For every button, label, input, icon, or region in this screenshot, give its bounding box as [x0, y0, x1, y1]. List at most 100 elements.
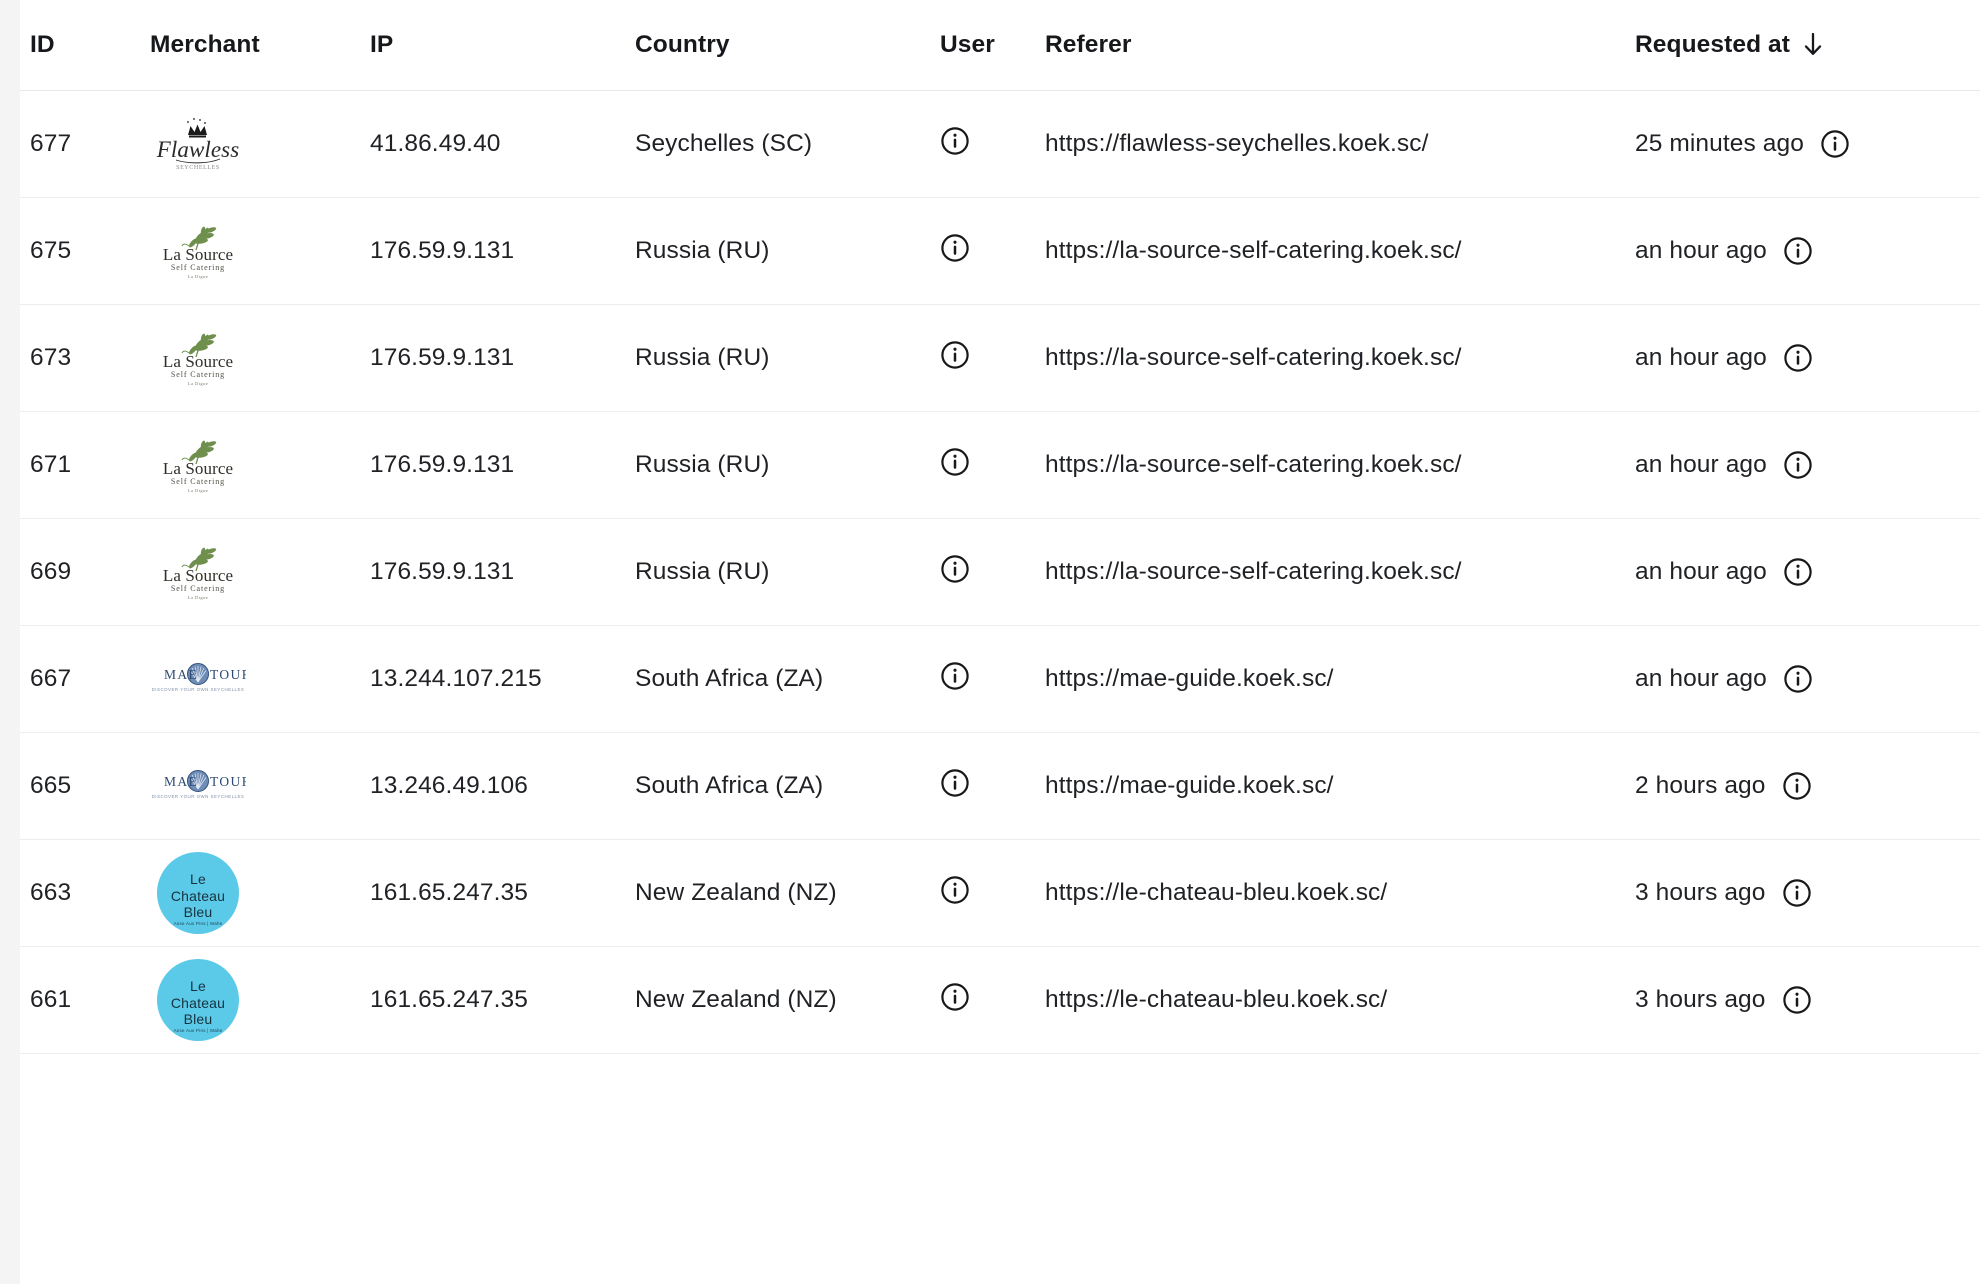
row-id: 665: [30, 772, 72, 799]
table-row[interactable]: 671 La Source Self Catering La Digue 176…: [20, 411, 1980, 519]
row-ip: 41.86.49.40: [370, 130, 501, 157]
column-header-referer[interactable]: Referer: [1045, 0, 1635, 91]
row-referer[interactable]: https://flawless-seychelles.koek.sc/: [1045, 130, 1429, 157]
merchant-logo-lasource: La Source Self Catering La Digue: [150, 209, 246, 293]
row-ip: 176.59.9.131: [370, 558, 515, 585]
table-row[interactable]: 663 Le Chateau Bleu Anse Aux Pins | Mahe…: [20, 839, 1980, 947]
user-info-icon[interactable]: [940, 661, 970, 691]
cell-country: Seychelles (SC): [635, 91, 940, 198]
user-info-icon[interactable]: [940, 875, 970, 905]
requested-at-info-icon[interactable]: [1820, 129, 1850, 159]
row-country: Russia (RU): [635, 558, 770, 585]
cell-country: New Zealand (NZ): [635, 840, 940, 947]
cell-merchant: Le Chateau Bleu Anse Aux Pins | Mahe: [150, 947, 370, 1054]
row-referer[interactable]: https://la-source-self-catering.koek.sc/: [1045, 344, 1462, 371]
cell-merchant: Le Chateau Bleu Anse Aux Pins | Mahe: [150, 840, 370, 947]
requested-at-info-icon[interactable]: [1783, 236, 1813, 266]
column-header-user-label: User: [940, 31, 995, 58]
svg-text:Self Catering: Self Catering: [171, 263, 225, 272]
row-referer[interactable]: https://mae-guide.koek.sc/: [1045, 665, 1334, 692]
cell-requested-at: 3 hours ago: [1635, 840, 1980, 947]
requested-at-info-icon[interactable]: [1783, 450, 1813, 480]
row-referer[interactable]: https://la-source-self-catering.koek.sc/: [1045, 451, 1462, 478]
row-country: South Africa (ZA): [635, 665, 824, 692]
merchant-logo-maetours: MAE TOURS DISCOVER YOUR OWN SEYCHELLES: [150, 637, 246, 721]
row-ip: 161.65.247.35: [370, 986, 528, 1013]
user-info-icon[interactable]: [940, 982, 970, 1012]
cell-referer: https://la-source-self-catering.koek.sc/: [1045, 305, 1635, 412]
user-info-icon[interactable]: [940, 233, 970, 263]
cell-ip: 41.86.49.40: [370, 91, 635, 198]
svg-text:Anse Aux Pins | Mahe: Anse Aux Pins | Mahe: [174, 1028, 223, 1033]
cell-id: 665: [20, 733, 150, 840]
cell-ip: 13.244.107.215: [370, 626, 635, 733]
arrow-down-icon[interactable]: [1802, 32, 1824, 58]
row-ip: 176.59.9.131: [370, 451, 515, 478]
table-row[interactable]: 669 La Source Self Catering La Digue 176…: [20, 518, 1980, 626]
svg-text:DISCOVER YOUR OWN SEYCHELLES: DISCOVER YOUR OWN SEYCHELLES: [152, 794, 245, 799]
requested-at-info-icon[interactable]: [1782, 878, 1812, 908]
requested-at-info-icon[interactable]: [1782, 771, 1812, 801]
row-country: Seychelles (SC): [635, 130, 813, 157]
cell-user: [940, 840, 1045, 947]
row-referer[interactable]: https://la-source-self-catering.koek.sc/: [1045, 237, 1462, 264]
requested-at-info-icon[interactable]: [1782, 985, 1812, 1015]
svg-text:La Source: La Source: [163, 566, 233, 585]
column-header-requested-at[interactable]: Requested at: [1635, 0, 1980, 91]
requested-at-info-icon[interactable]: [1783, 664, 1813, 694]
row-id: 673: [30, 344, 72, 371]
svg-text:Anse Aux Pins | Mahe: Anse Aux Pins | Mahe: [174, 921, 223, 926]
row-referer[interactable]: https://le-chateau-bleu.koek.sc/: [1045, 879, 1387, 906]
cell-user: [940, 519, 1045, 626]
requested-at-info-icon[interactable]: [1783, 343, 1813, 373]
cell-ip: 13.246.49.106: [370, 733, 635, 840]
cell-referer: https://le-chateau-bleu.koek.sc/: [1045, 840, 1635, 947]
row-referer[interactable]: https://la-source-self-catering.koek.sc/: [1045, 558, 1462, 585]
cell-id: 661: [20, 947, 150, 1054]
table-header-row: ID Merchant IP Country User Referer Requ…: [20, 0, 1980, 91]
requests-table: ID Merchant IP Country User Referer Requ…: [20, 0, 1980, 1054]
column-header-user[interactable]: User: [940, 0, 1045, 91]
user-info-icon[interactable]: [940, 340, 970, 370]
cell-referer: https://la-source-self-catering.koek.sc/: [1045, 519, 1635, 626]
svg-text:Bleu: Bleu: [184, 904, 213, 920]
cell-user: [940, 733, 1045, 840]
cell-ip: 161.65.247.35: [370, 947, 635, 1054]
merchant-logo-lasource: La Source Self Catering La Digue: [150, 530, 246, 614]
requested-at-info-icon[interactable]: [1783, 557, 1813, 587]
user-info-icon[interactable]: [940, 768, 970, 798]
svg-text:Le: Le: [190, 871, 206, 887]
table-row[interactable]: 667 MAE TOURS DISCOVER YOUR OWN SEYCHELL…: [20, 625, 1980, 733]
svg-text:La Digue: La Digue: [188, 595, 208, 600]
row-referer[interactable]: https://le-chateau-bleu.koek.sc/: [1045, 986, 1387, 1013]
row-requested-at: 2 hours ago: [1635, 772, 1766, 799]
row-referer[interactable]: https://mae-guide.koek.sc/: [1045, 772, 1334, 799]
table-row[interactable]: 675 La Source Self Catering La Digue 176…: [20, 197, 1980, 305]
table-row[interactable]: 673 La Source Self Catering La Digue 176…: [20, 304, 1980, 412]
column-header-merchant[interactable]: Merchant: [150, 0, 370, 91]
table-row[interactable]: 677 Flawless SEYCHELLES 41.86.49.40 Seych…: [20, 90, 1980, 198]
cell-ip: 176.59.9.131: [370, 198, 635, 305]
merchant-logo-chateaubleu: Le Chateau Bleu Anse Aux Pins | Mahe: [150, 851, 246, 935]
table-row[interactable]: 665 MAE TOURS DISCOVER YOUR OWN SEYCHELL…: [20, 732, 1980, 840]
column-header-country[interactable]: Country: [635, 0, 940, 91]
row-requested-at: 3 hours ago: [1635, 986, 1766, 1013]
cell-ip: 176.59.9.131: [370, 305, 635, 412]
column-header-merchant-label: Merchant: [150, 31, 260, 58]
request-log-panel: ID Merchant IP Country User Referer Requ…: [20, 0, 1980, 1284]
table-row[interactable]: 661 Le Chateau Bleu Anse Aux Pins | Mahe…: [20, 946, 1980, 1054]
cell-id: 673: [20, 305, 150, 412]
column-header-referer-label: Referer: [1045, 31, 1132, 58]
row-country: Russia (RU): [635, 451, 770, 478]
cell-country: South Africa (ZA): [635, 733, 940, 840]
cell-merchant: La Source Self Catering La Digue: [150, 412, 370, 519]
svg-text:La Source: La Source: [163, 352, 233, 371]
column-header-ip[interactable]: IP: [370, 0, 635, 91]
cell-referer: https://la-source-self-catering.koek.sc/: [1045, 412, 1635, 519]
cell-referer: https://mae-guide.koek.sc/: [1045, 733, 1635, 840]
column-header-id[interactable]: ID: [20, 0, 150, 91]
user-info-icon[interactable]: [940, 554, 970, 584]
user-info-icon[interactable]: [940, 447, 970, 477]
cell-ip: 176.59.9.131: [370, 519, 635, 626]
user-info-icon[interactable]: [940, 126, 970, 156]
